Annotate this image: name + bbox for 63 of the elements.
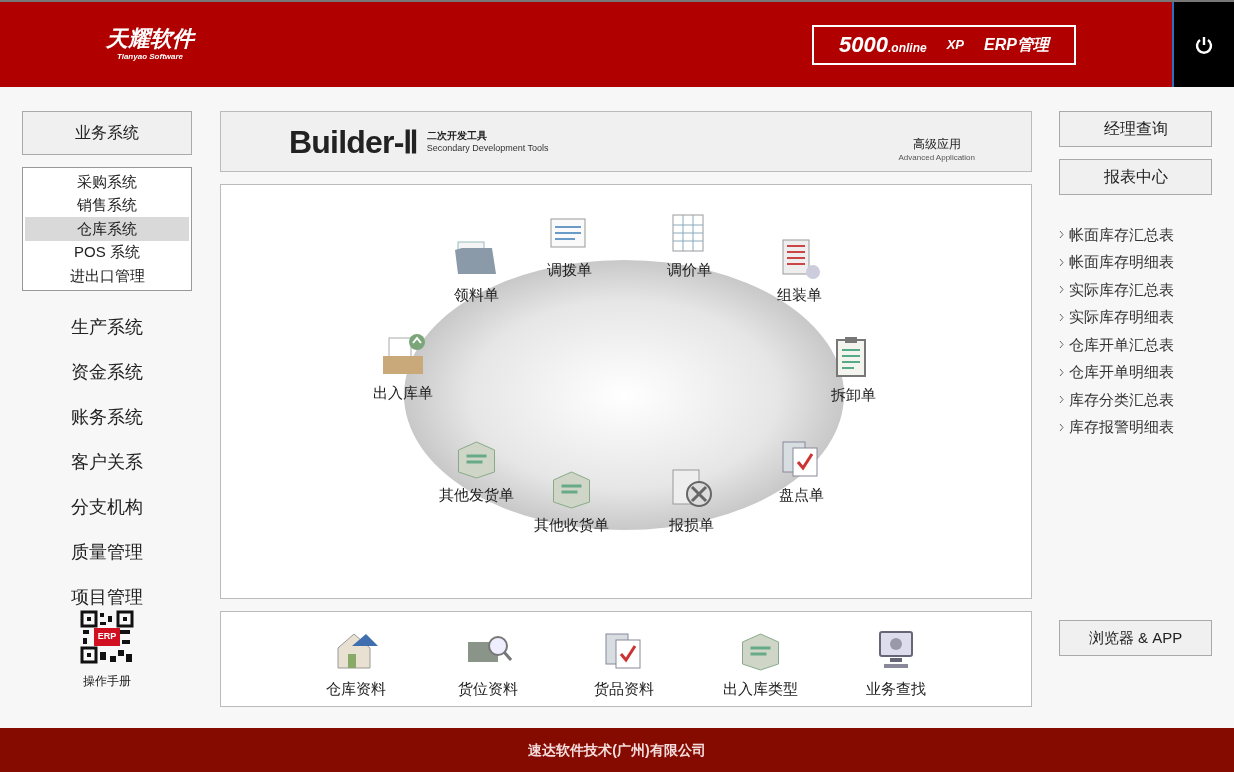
nav-item[interactable]: 质量管理 — [71, 529, 143, 575]
power-button[interactable] — [1172, 2, 1234, 87]
manual-label: 操作手册 — [83, 672, 131, 690]
report-link[interactable]: 库存报警明细表 — [1069, 416, 1174, 439]
flow-item-label[interactable]: 报损单 — [668, 514, 714, 537]
product-name: ERP管理 — [984, 34, 1049, 55]
flow-item-label[interactable]: 调价单 — [666, 259, 712, 282]
report-link[interactable]: 实际库存明细表 — [1069, 306, 1174, 329]
query-button[interactable]: 经理查询 — [1059, 111, 1212, 147]
report-link[interactable]: 帐面库存明细表 — [1069, 251, 1174, 274]
submenu-item[interactable]: 采购系统 — [25, 170, 189, 194]
flow-item-label[interactable]: 拆卸单 — [830, 384, 876, 407]
advanced-label-en: Advanced Application — [898, 151, 975, 164]
nav-item[interactable]: 分支机构 — [71, 484, 143, 530]
report-link[interactable]: 仓库开单明细表 — [1069, 361, 1174, 384]
power-icon — [1194, 34, 1214, 55]
tool-item-label[interactable]: 业务查找 — [866, 678, 926, 701]
chevron-icon — [1059, 230, 1064, 240]
query-button[interactable]: 报表中心 — [1059, 159, 1212, 195]
tool-item-label[interactable]: 仓库资料 — [326, 678, 386, 701]
report-link[interactable]: 库存分类汇总表 — [1069, 388, 1174, 411]
chevron-icon — [1059, 395, 1064, 405]
nav-item[interactable]: 账务系统 — [71, 394, 143, 440]
chevron-icon — [1059, 367, 1064, 377]
flow-item-label[interactable]: 领料单 — [453, 284, 499, 307]
flow-item-label[interactable]: 盘点单 — [778, 484, 824, 507]
report-link[interactable]: 帐面库存汇总表 — [1069, 223, 1174, 246]
browser-app-button[interactable]: 浏览器 & APP — [1059, 620, 1212, 656]
nav-item[interactable]: 资金系统 — [71, 349, 143, 395]
qr-badge: ERP — [94, 627, 120, 646]
submenu-item[interactable]: 进出口管理 — [25, 264, 189, 288]
tool-item-label[interactable]: 出入库类型 — [722, 678, 798, 701]
nav-item[interactable]: 客户关系 — [71, 439, 143, 485]
flow-item-label[interactable]: 其他收货单 — [533, 514, 609, 537]
builder-title: Builder-Ⅱ — [289, 122, 419, 162]
logo-subtitle: Tianyao Software — [116, 50, 184, 63]
tool-item-label[interactable]: 货位资料 — [458, 678, 518, 701]
flow-item-label[interactable]: 调拨单 — [546, 259, 592, 282]
chevron-icon — [1059, 285, 1064, 295]
chevron-icon — [1059, 422, 1064, 432]
advanced-label: 高级应用 — [912, 135, 961, 152]
flow-item-label[interactable]: 出入库单 — [373, 382, 433, 405]
flow-item-label[interactable]: 组装单 — [776, 284, 822, 307]
tool-item-label[interactable]: 货品资料 — [594, 678, 654, 701]
chevron-icon — [1059, 257, 1064, 267]
submenu-item[interactable]: 仓库系统 — [25, 217, 189, 241]
report-link[interactable]: 实际库存汇总表 — [1069, 278, 1174, 301]
logo-text: 天耀软件 — [106, 26, 194, 51]
builder-subtitle-en: Secondary Development Tools — [426, 141, 549, 154]
submenu-item[interactable]: POS 系统 — [25, 240, 189, 264]
report-link[interactable]: 仓库开单汇总表 — [1069, 333, 1174, 356]
nav-item[interactable]: 生产系统 — [71, 304, 143, 350]
chevron-icon — [1059, 312, 1064, 322]
submenu-item[interactable]: 销售系统 — [25, 193, 189, 217]
main-system-button[interactable]: 业务系统 — [22, 111, 192, 155]
product-number: 5000.online — [839, 31, 927, 59]
builder-subtitle: 二次开发工具 — [426, 129, 488, 142]
edition-text: XP — [946, 35, 965, 54]
flow-item-label[interactable]: 其他发货单 — [438, 484, 514, 507]
nav-item[interactable]: 项目管理 — [71, 574, 143, 620]
company-name: 速达软件技术(广州)有限公司 — [528, 740, 706, 760]
chevron-icon — [1059, 340, 1064, 350]
qr-code-icon — [80, 609, 134, 664]
